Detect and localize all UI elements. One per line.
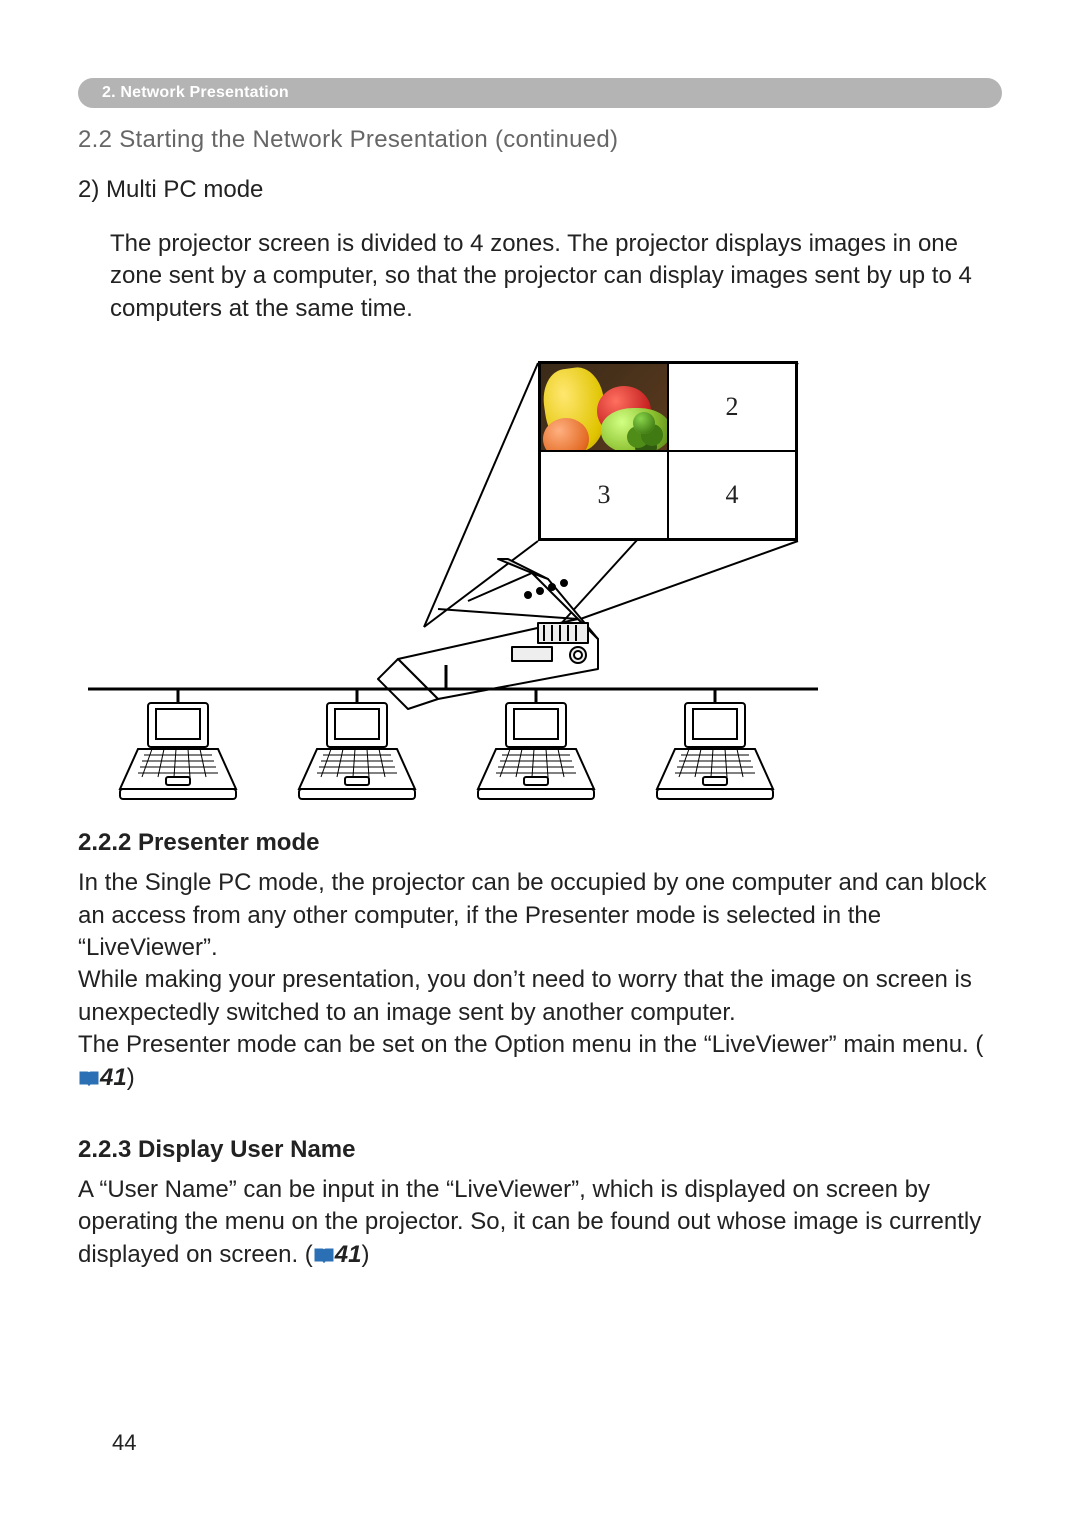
presenter-p3a: The Presenter mode can be set on the Opt… (78, 1031, 983, 1058)
zone-2: 2 (668, 363, 796, 451)
laptop-icon (118, 699, 238, 803)
chapter-tab-label: 2. Network Presentation (102, 84, 289, 102)
fruit-image (541, 364, 667, 450)
zone-1-image (540, 363, 668, 451)
multi-pc-body: The projector screen is divided to 4 zon… (110, 228, 1002, 325)
section-presenter-mode: 2.2.2 Presenter mode In the Single PC mo… (78, 829, 1002, 1094)
zone-4: 4 (668, 451, 796, 539)
username-ref: 41 (335, 1241, 362, 1268)
book-icon (78, 1070, 100, 1088)
section-title: 2.2 Starting the Network Presentation (c… (78, 126, 1002, 154)
laptop-icon (476, 699, 596, 803)
manual-page: 2. Network Presentation 2.2 Starting the… (0, 0, 1080, 1526)
laptop-icon (655, 699, 775, 803)
section-display-user-name: 2.2.3 Display User Name A “User Name” ca… (78, 1136, 1002, 1271)
username-p1a: A “User Name” can be input in the “LiveV… (78, 1176, 981, 1268)
presenter-p2: While making your presentation, you don’… (78, 964, 1002, 1029)
laptop-icon (297, 699, 417, 803)
username-p1b: ) (362, 1241, 370, 1268)
presenter-ref: 41 (100, 1064, 127, 1091)
multi-pc-figure: 2 3 4 (78, 359, 1003, 809)
zone-grid: 2 3 4 (538, 361, 798, 541)
presenter-p1: In the Single PC mode, the projector can… (78, 867, 1002, 964)
zone-3: 3 (540, 451, 668, 539)
presenter-p3b: ) (127, 1064, 135, 1091)
chapter-tab: 2. Network Presentation (78, 78, 1002, 108)
book-icon (313, 1247, 335, 1265)
username-heading: 2.2.3 Display User Name (78, 1136, 1002, 1164)
multi-pc-heading: 2) Multi PC mode (78, 176, 1002, 204)
username-p1: A “User Name” can be input in the “LiveV… (78, 1174, 1002, 1271)
presenter-p3: The Presenter mode can be set on the Opt… (78, 1029, 1002, 1094)
presenter-heading: 2.2.2 Presenter mode (78, 829, 1002, 857)
page-number: 44 (112, 1430, 136, 1456)
